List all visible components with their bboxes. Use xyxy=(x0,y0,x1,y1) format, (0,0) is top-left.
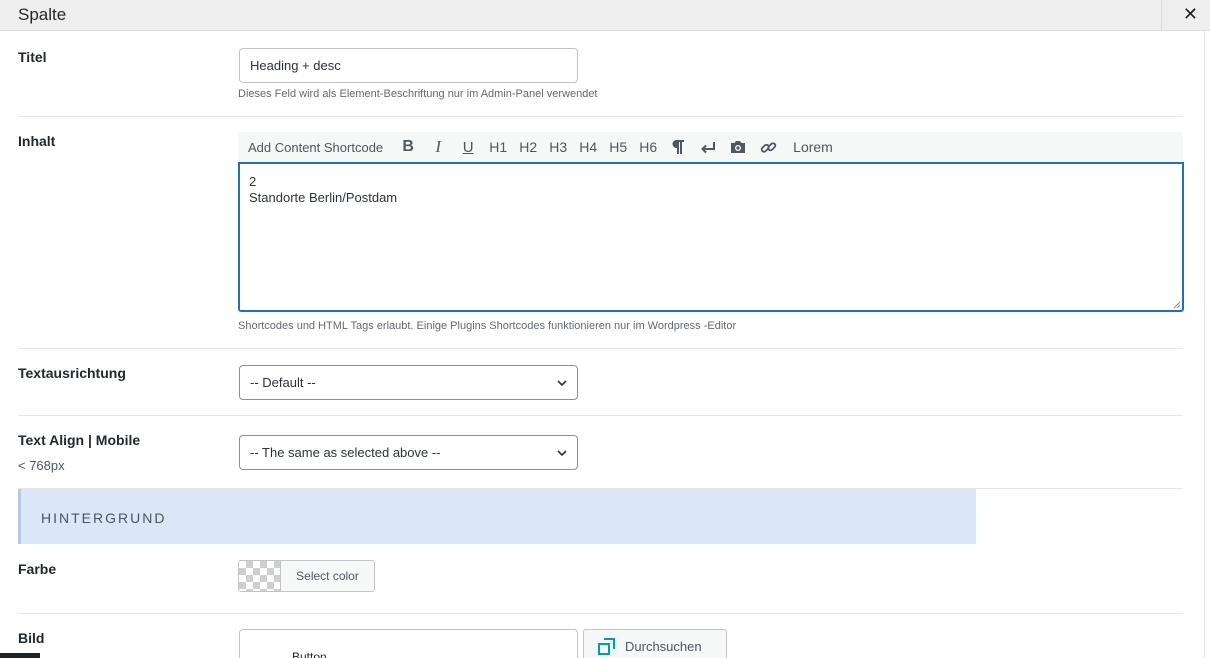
browse-button[interactable]: Durchsuchen xyxy=(583,629,727,658)
underlay-edge xyxy=(0,653,40,658)
title-input[interactable]: Heading + desc xyxy=(239,48,578,83)
resize-handle-icon[interactable] xyxy=(1173,301,1181,309)
divider xyxy=(18,348,1183,349)
modal-title: Spalte xyxy=(18,5,67,24)
scrollbar-track[interactable] xyxy=(1204,31,1210,658)
italic-button[interactable]: I xyxy=(423,132,453,162)
line-break-icon[interactable] xyxy=(693,132,723,162)
paragraph-icon[interactable] xyxy=(663,132,693,162)
chevron-down-icon xyxy=(557,380,567,387)
browse-label: Durchsuchen xyxy=(625,639,702,654)
h4-button[interactable]: H4 xyxy=(573,132,603,162)
text-align-mobile-label: Text Align | Mobile xyxy=(18,432,141,448)
h1-button[interactable]: H1 xyxy=(483,132,513,162)
header-divider xyxy=(1161,0,1162,31)
h6-button[interactable]: H6 xyxy=(633,132,663,162)
divider xyxy=(18,415,1183,416)
content-hint: Shortcodes und HTML Tags erlaubt. Einige… xyxy=(238,320,737,332)
background-section-title: HINTERGRUND xyxy=(41,510,167,526)
add-content-shortcode-button[interactable]: Add Content Shortcode xyxy=(238,132,393,162)
title-label: Titel xyxy=(18,49,47,65)
text-align-select[interactable]: -- Default -- xyxy=(239,365,578,400)
divider xyxy=(18,613,1183,614)
background-section-header: HINTERGRUND xyxy=(18,489,976,544)
text-align-label: Textausrichtung xyxy=(18,365,126,381)
chevron-down-icon xyxy=(557,450,567,457)
text-align-mobile-selected: -- The same as selected above -- xyxy=(250,445,441,460)
camera-icon[interactable] xyxy=(723,132,753,162)
divider xyxy=(18,116,1183,117)
text-align-mobile-sublabel: < 768px xyxy=(18,458,65,473)
text-align-selected: -- Default -- xyxy=(250,375,316,390)
browse-icon xyxy=(598,638,615,655)
h5-button[interactable]: H5 xyxy=(603,132,633,162)
editor-toolbar: Add Content Shortcode B I U H1 H2 H3 H4 … xyxy=(238,132,1183,162)
content-line: Standorte Berlin/Postdam xyxy=(249,190,398,205)
underlay-text: Button xyxy=(292,650,327,658)
link-icon[interactable] xyxy=(753,132,783,162)
color-label: Farbe xyxy=(18,561,57,577)
content-label: Inhalt xyxy=(18,133,56,149)
h3-button[interactable]: H3 xyxy=(543,132,573,162)
image-label: Bild xyxy=(18,630,45,646)
text-align-mobile-select[interactable]: -- The same as selected above -- xyxy=(239,435,578,470)
select-color-label: Select color xyxy=(296,569,359,583)
image-url-input[interactable] xyxy=(239,629,578,658)
underline-button[interactable]: U xyxy=(453,132,483,162)
close-icon[interactable]: ✕ xyxy=(1183,4,1198,25)
h2-button[interactable]: H2 xyxy=(513,132,543,162)
title-hint: Dieses Feld wird als Element-Beschriftun… xyxy=(238,88,598,100)
select-color-button[interactable]: Select color xyxy=(238,560,375,592)
modal-header: Spalte ✕ xyxy=(0,0,1210,31)
content-textarea[interactable]: 2 Standorte Berlin/Postdam xyxy=(238,162,1184,312)
lorem-button[interactable]: Lorem xyxy=(783,132,839,162)
content-line: 2 xyxy=(249,174,257,189)
bold-button[interactable]: B xyxy=(393,132,423,162)
color-swatch xyxy=(239,561,281,591)
title-input-value: Heading + desc xyxy=(250,58,341,73)
